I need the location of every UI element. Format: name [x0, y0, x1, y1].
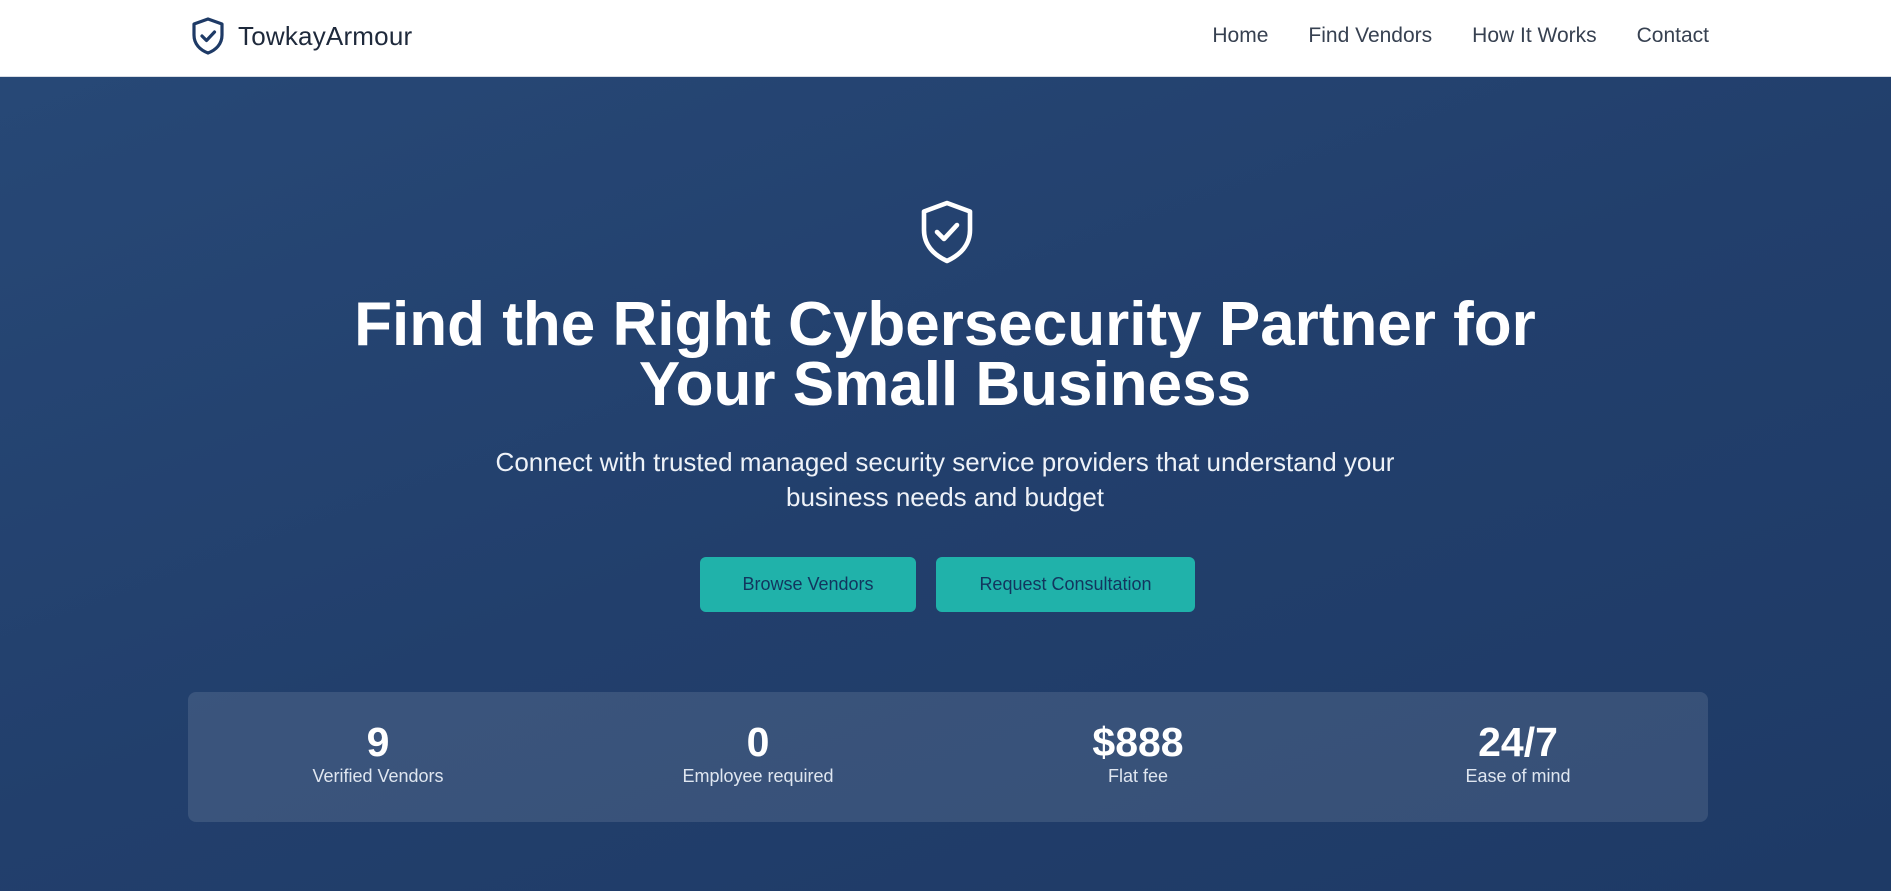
hero-section: Find the Right Cybersecurity Partner for… — [0, 77, 1891, 891]
stat-employee-required: 0 Employee required — [568, 692, 948, 822]
hero-subtitle: Connect with trusted managed security se… — [495, 447, 1395, 512]
stat-label: Employee required — [682, 766, 834, 786]
stat-label: Ease of mind — [1465, 766, 1571, 786]
main-nav: Home Find Vendors How It Works Contact — [1172, 0, 1709, 72]
stat-verified-vendors: 9 Verified Vendors — [188, 692, 568, 822]
stat-value: $888 — [1092, 719, 1184, 765]
stat-label: Verified Vendors — [312, 766, 444, 786]
nav-find-vendors[interactable]: Find Vendors — [1308, 24, 1432, 48]
stat-value: 0 — [746, 719, 770, 765]
brand-link[interactable]: TowkayArmour — [190, 16, 412, 56]
browse-vendors-button[interactable]: Browse Vendors — [700, 557, 916, 612]
stat-value: 9 — [366, 719, 390, 765]
nav-home[interactable]: Home — [1212, 24, 1268, 48]
shield-check-icon — [190, 16, 226, 56]
stat-value: 24/7 — [1478, 719, 1558, 765]
navbar: TowkayArmour Home Find Vendors How It Wo… — [0, 0, 1891, 77]
request-consultation-button[interactable]: Request Consultation — [936, 557, 1195, 612]
shield-check-icon — [918, 199, 976, 267]
stat-flat-fee: $888 Flat fee — [948, 692, 1328, 822]
nav-how-it-works[interactable]: How It Works — [1472, 24, 1596, 48]
brand-name: TowkayArmour — [238, 20, 413, 51]
nav-contact[interactable]: Contact — [1637, 24, 1709, 48]
stat-label: Flat fee — [1107, 766, 1169, 786]
hero-title: Find the Right Cybersecurity Partner for… — [354, 290, 1536, 419]
stat-ease-of-mind: 24/7 Ease of mind — [1328, 692, 1708, 822]
stats-panel: 9 Verified Vendors 0 Employee required $… — [188, 692, 1708, 822]
